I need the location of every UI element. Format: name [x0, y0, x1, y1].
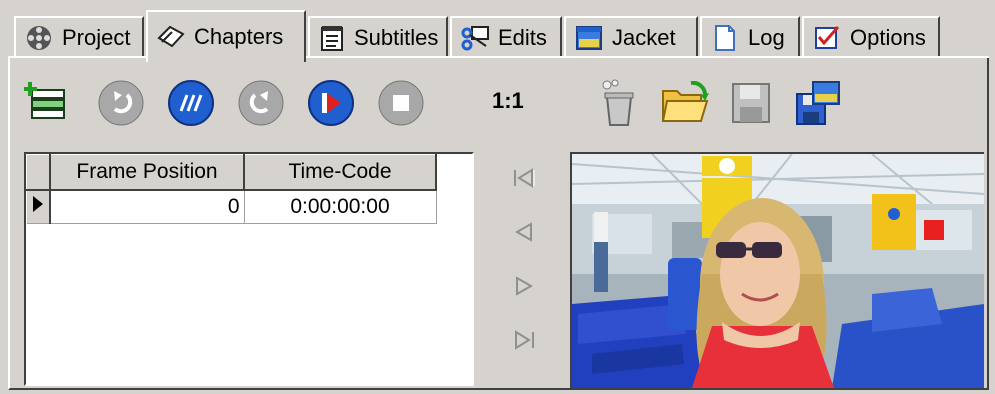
first-frame-icon — [514, 168, 535, 188]
column-header-frame-position[interactable]: Frame Position — [49, 154, 245, 191]
stop-button[interactable] — [376, 80, 426, 130]
tab-label: Project — [62, 25, 131, 50]
split-icon — [167, 79, 215, 132]
cell-time-code[interactable]: 0:00:00:00 — [244, 190, 437, 224]
next-frame-button[interactable] — [510, 272, 538, 300]
row-indicator-header — [26, 154, 51, 191]
play-icon — [307, 79, 355, 132]
open-button[interactable] — [660, 80, 710, 130]
tab-label: Jacket — [612, 25, 676, 50]
grid-header-row: Frame Position Time-Code — [26, 154, 437, 191]
save-icon — [730, 81, 772, 130]
tab-label: Subtitles — [354, 25, 439, 50]
redo-button[interactable] — [236, 80, 286, 130]
checkbox-icon — [812, 23, 842, 53]
row-pointer-icon — [32, 196, 43, 212]
add-chapter-icon — [24, 80, 70, 131]
tab-options[interactable]: Options — [802, 16, 940, 58]
save-as-icon — [795, 80, 843, 131]
tab-edits[interactable]: Edits — [450, 16, 562, 58]
next-frame-icon — [516, 276, 534, 296]
save-as-button[interactable] — [794, 80, 844, 130]
split-button[interactable] — [166, 79, 216, 132]
last-frame-icon — [515, 330, 534, 350]
save-button[interactable] — [726, 80, 776, 130]
stop-icon — [377, 79, 425, 132]
first-frame-button[interactable] — [510, 164, 538, 192]
previous-frame-icon — [514, 222, 532, 242]
undo-button[interactable] — [96, 80, 146, 130]
zoom-ratio-label: 1:1 — [492, 88, 524, 113]
tab-chapters[interactable]: Chapters — [146, 10, 306, 62]
tab-log[interactable]: Log — [700, 16, 800, 58]
undo-icon — [97, 79, 145, 132]
tab-strip: Project Chapters Subtitles Edits Jacket — [14, 8, 989, 62]
picture-icon — [574, 23, 604, 53]
notepad-icon — [318, 23, 346, 53]
bookmark-icon — [156, 22, 186, 52]
tab-subtitles[interactable]: Subtitles — [308, 16, 448, 58]
document-icon — [710, 23, 740, 53]
chapters-window: Project Chapters Subtitles Edits Jacket — [0, 0, 995, 394]
play-button[interactable] — [306, 79, 356, 132]
tab-label: Edits — [498, 25, 547, 50]
column-header-time-code[interactable]: Time-Code — [243, 154, 437, 191]
open-folder-icon — [661, 80, 709, 130]
previous-frame-button[interactable] — [510, 218, 538, 246]
video-frame — [572, 154, 984, 388]
trash-icon — [597, 79, 641, 132]
tab-label: Log — [748, 25, 785, 50]
redo-icon — [237, 79, 285, 132]
tab-jacket[interactable]: Jacket — [564, 16, 698, 58]
film-reel-icon — [24, 23, 54, 53]
tab-label: Options — [850, 25, 926, 50]
last-frame-button[interactable] — [510, 326, 538, 354]
chapter-grid[interactable]: Frame Position Time-Code 0 0:00:00:00 — [24, 152, 474, 386]
table-row[interactable]: 0 0:00:00:00 — [26, 190, 437, 224]
tab-project[interactable]: Project — [14, 16, 144, 58]
chapter-table: Frame Position Time-Code 0 0:00:00:00 — [26, 154, 437, 224]
current-row-indicator — [26, 190, 51, 224]
scissors-clip-icon — [460, 23, 490, 53]
delete-button[interactable] — [594, 79, 644, 132]
add-chapter-button[interactable] — [22, 80, 72, 130]
cell-frame-position[interactable]: 0 — [50, 190, 245, 224]
video-preview — [570, 152, 984, 388]
tab-label: Chapters — [194, 24, 284, 49]
